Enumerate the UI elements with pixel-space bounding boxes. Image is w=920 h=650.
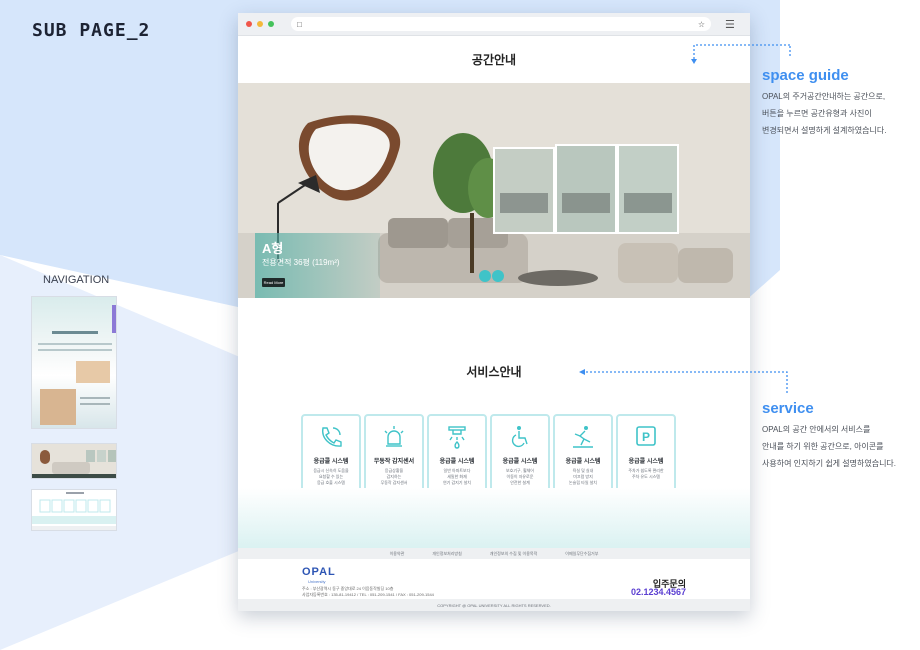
- service-annotation-text: OPAL의 공간 안에서의 서비스를 안내를 하기 위한 공간으로, 아이콘를 …: [762, 425, 897, 468]
- service-annotation-title: service: [762, 400, 814, 417]
- space-guide-annotation-title: space guide: [762, 67, 849, 84]
- space-guide-annotation-text: OPAL의 주거공간안내하는 공간으로, 버튼을 누르면 공간유형과 사진이 변…: [762, 92, 887, 135]
- presentation-board: SUB PAGE_2 NAVIGATION □ ☆ ☰ 공간안내 A형 전용면적…: [0, 0, 920, 650]
